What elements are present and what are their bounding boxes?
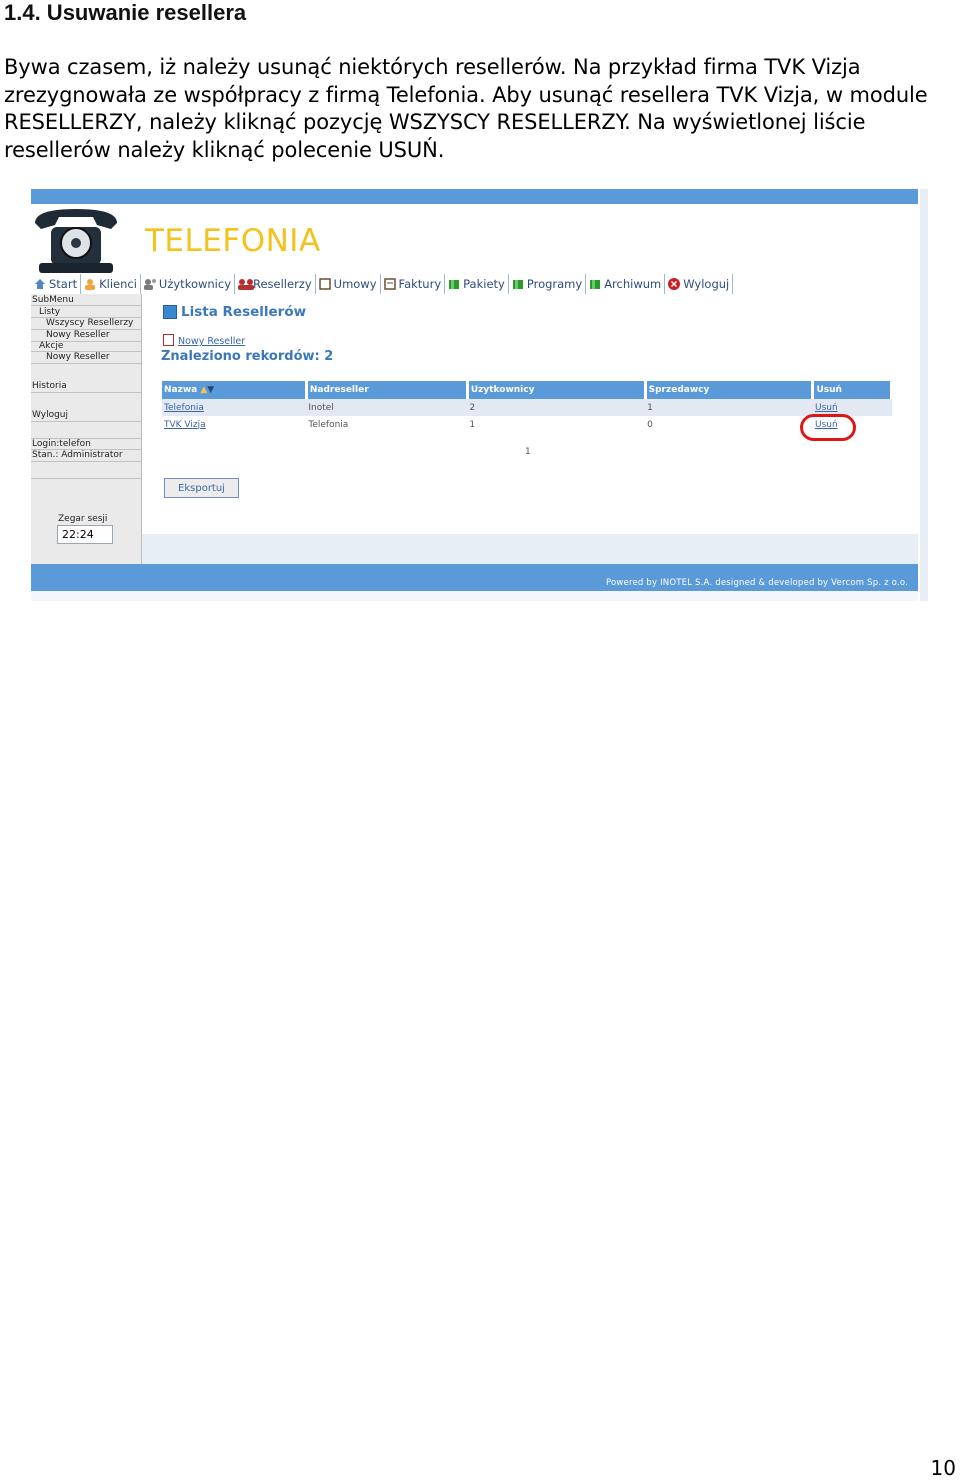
table-row: TVK Vizja Telefonia 1 0 Usuń [162,416,892,433]
sidebar-login: Login:telefon [32,439,91,449]
table-cell: 2 [467,399,646,416]
menu-start[interactable]: Start [31,274,82,294]
list-icon [163,305,177,319]
sidebar-item-wyloguj[interactable]: Wyloguj [32,410,68,420]
divider [31,363,141,364]
table-cell: Telefonia [306,416,468,433]
export-button[interactable]: Eksportuj [164,478,239,498]
menu-label: Wyloguj [683,277,730,291]
menu-label: Użytkownicy [158,277,231,291]
page-title: Lista Resellerów [181,304,307,320]
menu-label: Programy [526,277,583,291]
main-content: Lista Resellerów Nowy Reseller Znalezion… [142,294,918,564]
divider [31,478,141,479]
sidebar-item-wszyscy-resellerzy[interactable]: Wszyscy Resellerzy [46,318,133,328]
column-header-uzytkownicy: Uzytkownicy [467,381,647,399]
menu-archiwum[interactable]: Archiwum [586,274,666,294]
table-cell: Inotel [306,399,468,416]
sort-down-icon[interactable]: ▼ [207,385,214,395]
menu-klienci[interactable]: Klienci [81,274,141,294]
app-brand-title: TELEFONIA [145,223,321,259]
records-count: Znaleziono rekordów: 2 [161,349,334,364]
top-bar [31,189,918,204]
column-header-nazwa[interactable]: Nazwa ▲▼ [162,381,308,399]
section-heading: 1.4. Usuwanie resellera [4,0,247,25]
sidebar-item-nowy-reseller-akcje[interactable]: Nowy Reseller [46,352,110,362]
table-cell: 1 [645,399,813,416]
menu-umowy[interactable]: Umowy [316,274,381,294]
menu-uzytkownicy[interactable]: Użytkownicy [141,274,235,294]
menu-pakiety[interactable]: Pakiety [445,274,509,294]
resellers-icon [238,278,254,290]
reseller-name-link[interactable]: Telefonia [162,399,307,416]
instruction-paragraph: Bywa czasem, iż należy usunąć niektórych… [4,55,928,162]
new-reseller-link[interactable]: Nowy Reseller [178,336,245,347]
footer-bar: Powered by INOTEL S.A. designed & develo… [31,564,918,591]
table-cell: 1 [467,416,646,433]
table-cell: 0 [645,416,813,433]
sidebar-item-nowy-reseller[interactable]: Nowy Reseller [46,330,110,340]
divider [31,392,141,393]
menu-programy[interactable]: Programy [509,274,587,294]
column-header-nadreseller: Nadreseller [306,381,469,399]
home-icon [34,278,46,290]
telephone-logo-icon [35,209,117,273]
menu-label: Pakiety [463,277,505,291]
archive-icon [589,278,601,290]
pagination-page[interactable]: 1 [525,447,531,457]
sidebar-role: Stan.: Administrator [32,450,123,460]
menu-label: Faktury [398,277,442,291]
table-row: Telefonia Inotel 2 1 Usuń [162,399,892,416]
menu-faktury[interactable]: Faktury [381,274,446,294]
main-menu: Start Klienci Użytkownicy Resellerzy Umo… [31,274,734,294]
column-header-usun: Usuń [812,381,893,399]
resellers-table: Nazwa ▲▼ Nadreseller Uzytkownicy Sprzeda… [162,381,893,433]
users-icon [143,278,156,290]
divider [31,421,141,422]
menu-resellerzy[interactable]: Resellerzy [235,274,316,294]
divider [31,305,141,306]
divider [31,461,141,462]
app-screenshot: TELEFONIA Start Klienci Użytkownicy Rese… [31,189,928,601]
sidebar-item-listy[interactable]: Listy [39,307,60,317]
highlight-circle [800,414,856,441]
menu-label: Resellerzy [253,277,312,291]
menu-label: Klienci [99,277,137,291]
menu-wyloguj[interactable]: Wyloguj [665,274,734,294]
content-bottom-strip [142,534,918,564]
bottom-gap [31,591,918,601]
document-icon [318,278,331,290]
sidebar-submenu-header: SubMenu [32,295,74,305]
new-document-icon [163,334,174,346]
column-header-sprzedawcy: Sprzedawcy [645,381,815,399]
menu-label: Umowy [333,277,377,291]
menu-label: Archiwum [604,277,662,291]
session-clock-label: Zegar sesji [58,514,108,524]
user-icon [84,278,96,290]
session-clock-value: 22:24 [57,525,113,544]
page-number: 10 [930,1456,956,1480]
sidebar-item-historia[interactable]: Historia [32,381,67,391]
program-icon [512,278,524,290]
menu-label: Start [49,277,78,291]
reseller-name-link[interactable]: TVK Vizja [162,416,307,433]
footer-credits: Powered by INOTEL S.A. designed & develo… [605,578,908,588]
invoice-icon [383,278,396,290]
header-label: Nazwa [164,385,198,395]
sidebar-item-akcje[interactable]: Akcje [39,341,63,351]
package-icon [448,278,460,290]
logout-icon [668,278,681,290]
